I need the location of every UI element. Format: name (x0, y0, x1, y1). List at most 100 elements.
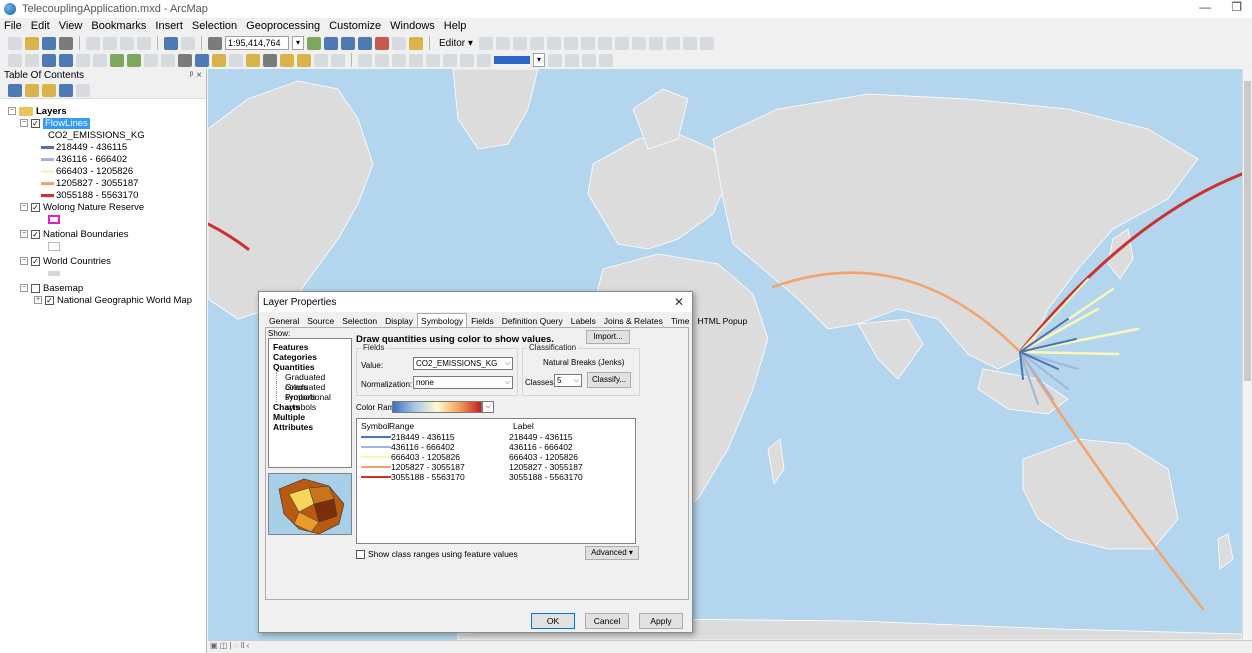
copy-icon[interactable] (103, 36, 117, 50)
attributes-icon[interactable] (665, 36, 680, 50)
world-countries-layer-label[interactable]: World Countries (43, 256, 111, 267)
class-symbol-swatch[interactable] (361, 446, 391, 448)
menu-view[interactable]: View (59, 20, 83, 32)
flowlines-visibility-checkbox[interactable]: ✓ (31, 118, 40, 128)
arctoolbox-icon[interactable] (375, 36, 389, 50)
draw-rectangle-icon[interactable] (358, 53, 372, 67)
open-folder-icon[interactable] (25, 36, 39, 50)
table-row[interactable]: 436116 - 666402 436116 - 666402 (357, 442, 635, 452)
class-label[interactable]: 666403 - 1205826 (509, 452, 578, 462)
model-builder-icon[interactable] (409, 36, 423, 50)
class-range[interactable]: 1205827 - 3055187 (391, 462, 509, 472)
list-by-selection-icon[interactable] (59, 83, 73, 97)
class-label[interactable]: 436116 - 666402 (509, 442, 573, 452)
class-label[interactable]: 218449 - 436115 (509, 432, 573, 442)
layer-national-boundaries-row[interactable]: − ✓ National Boundaries (20, 228, 206, 240)
toc-pin-close-icon[interactable]: ᵖ × (190, 70, 202, 81)
rotate-icon[interactable] (648, 36, 663, 50)
layer-world-countries-row[interactable]: − ✓ World Countries (20, 255, 206, 267)
layers-root-row[interactable]: − Layers (8, 105, 206, 117)
save-icon[interactable] (42, 36, 56, 50)
point-icon[interactable] (563, 36, 578, 50)
show-class-ranges-option[interactable]: Show class ranges using feature values (356, 549, 518, 559)
legend-class-row[interactable]: 436116 - 666402 (41, 153, 206, 165)
color-dropdown-chevron-icon[interactable]: ▾ (533, 53, 545, 67)
edit-vertices-icon[interactable] (580, 36, 595, 50)
split-icon[interactable] (631, 36, 646, 50)
ungroup-icon[interactable] (599, 53, 613, 67)
grid-header-range[interactable]: Range (389, 421, 513, 431)
time-slider-icon[interactable] (314, 53, 328, 67)
collapse-icon[interactable]: − (20, 230, 28, 238)
marker-color-icon[interactable] (443, 53, 457, 67)
draw-text-icon[interactable] (375, 53, 389, 67)
scale-dropdown-chevron-icon[interactable]: ▾ (292, 36, 304, 50)
reshape-icon[interactable] (597, 36, 612, 50)
bold-icon[interactable] (477, 53, 491, 67)
legend-class-row[interactable]: 218449 - 436115 (41, 141, 206, 153)
create-viewer-icon[interactable] (331, 53, 345, 67)
table-row[interactable]: 3055188 - 5563170 3055188 - 5563170 (357, 472, 635, 482)
basemap-layer-label[interactable]: Basemap (43, 283, 83, 294)
color-picker-swatch[interactable] (494, 56, 530, 64)
group-icon[interactable] (582, 53, 596, 67)
legend-class-row[interactable]: 3055188 - 5563170 (41, 189, 206, 201)
layer-flowlines-row[interactable]: − ✓ FlowLines (20, 117, 206, 129)
layer-basemap-row[interactable]: − Basemap (20, 282, 206, 294)
classes-select[interactable]: 5 ⌵ (554, 374, 582, 387)
wolong-layer-label[interactable]: Wolong Nature Reserve (43, 202, 144, 213)
find-route-icon[interactable] (280, 53, 294, 67)
cancel-button[interactable]: Cancel (585, 613, 629, 629)
ok-button[interactable]: OK (531, 613, 575, 629)
print-icon[interactable] (59, 36, 73, 50)
zoom-in-icon[interactable] (8, 53, 22, 67)
select-features-icon[interactable] (144, 53, 158, 67)
go-to-xy-icon[interactable] (297, 53, 311, 67)
class-symbol-swatch[interactable] (361, 466, 391, 468)
edit-annotation-icon[interactable] (495, 36, 510, 50)
clear-selection-icon[interactable] (161, 53, 175, 67)
measure-icon[interactable] (246, 53, 260, 67)
table-row[interactable]: 218449 - 436115 218449 - 436115 (357, 432, 635, 442)
menu-file[interactable]: File (4, 20, 22, 32)
class-label[interactable]: 1205827 - 3055187 (509, 462, 583, 472)
endpoint-arc-icon[interactable] (529, 36, 544, 50)
pan-icon[interactable] (42, 53, 56, 67)
scrollbar-thumb[interactable] (1244, 81, 1251, 381)
collapse-icon[interactable]: − (20, 284, 28, 292)
world-countries-symbol-row[interactable] (48, 267, 206, 279)
import-button[interactable]: Import... (586, 330, 630, 344)
show-class-ranges-checkbox[interactable] (356, 549, 365, 559)
world-countries-visibility-checkbox[interactable]: ✓ (31, 256, 40, 266)
hyperlink-icon[interactable] (212, 53, 226, 67)
sketch-properties-icon[interactable] (682, 36, 697, 50)
map-vertical-scrollbar[interactable] (1242, 69, 1252, 640)
chevron-down-icon[interactable]: ⌵ (482, 401, 494, 413)
new-document-icon[interactable] (8, 36, 22, 50)
class-symbol-swatch[interactable] (361, 476, 391, 478)
select-elements-icon[interactable] (178, 53, 192, 67)
value-field-select[interactable]: CO2_EMISSIONS_KG ⌵ (413, 357, 513, 370)
layout-view-icon[interactable] (548, 53, 562, 67)
collapse-icon[interactable]: − (20, 203, 28, 211)
full-extent-icon[interactable] (59, 53, 73, 67)
python-window-icon[interactable] (392, 36, 406, 50)
restore-button[interactable]: ❐ (1231, 0, 1242, 14)
menu-windows[interactable]: Windows (390, 20, 435, 32)
paste-icon[interactable] (120, 36, 134, 50)
tab-html-popup[interactable]: HTML Popup (693, 313, 751, 329)
create-features-icon[interactable] (699, 36, 714, 50)
editor-menu[interactable]: Editor ▾ (439, 38, 473, 49)
menu-selection[interactable]: Selection (192, 20, 237, 32)
undo-icon[interactable] (164, 36, 178, 50)
draw-line-icon[interactable] (392, 53, 406, 67)
show-quantities[interactable]: Quantities (273, 362, 347, 372)
natgeo-layer-label[interactable]: National Geographic World Map (57, 295, 192, 306)
classify-button[interactable]: Classify... (587, 372, 631, 388)
menu-help[interactable]: Help (444, 20, 467, 32)
table-row[interactable]: 1205827 - 3055187 1205827 - 3055187 (357, 462, 635, 472)
menu-insert[interactable]: Insert (155, 20, 183, 32)
legend-class-row[interactable]: 1205827 - 3055187 (41, 177, 206, 189)
fixed-zoom-in-icon[interactable] (76, 53, 90, 67)
back-extent-icon[interactable] (110, 53, 124, 67)
